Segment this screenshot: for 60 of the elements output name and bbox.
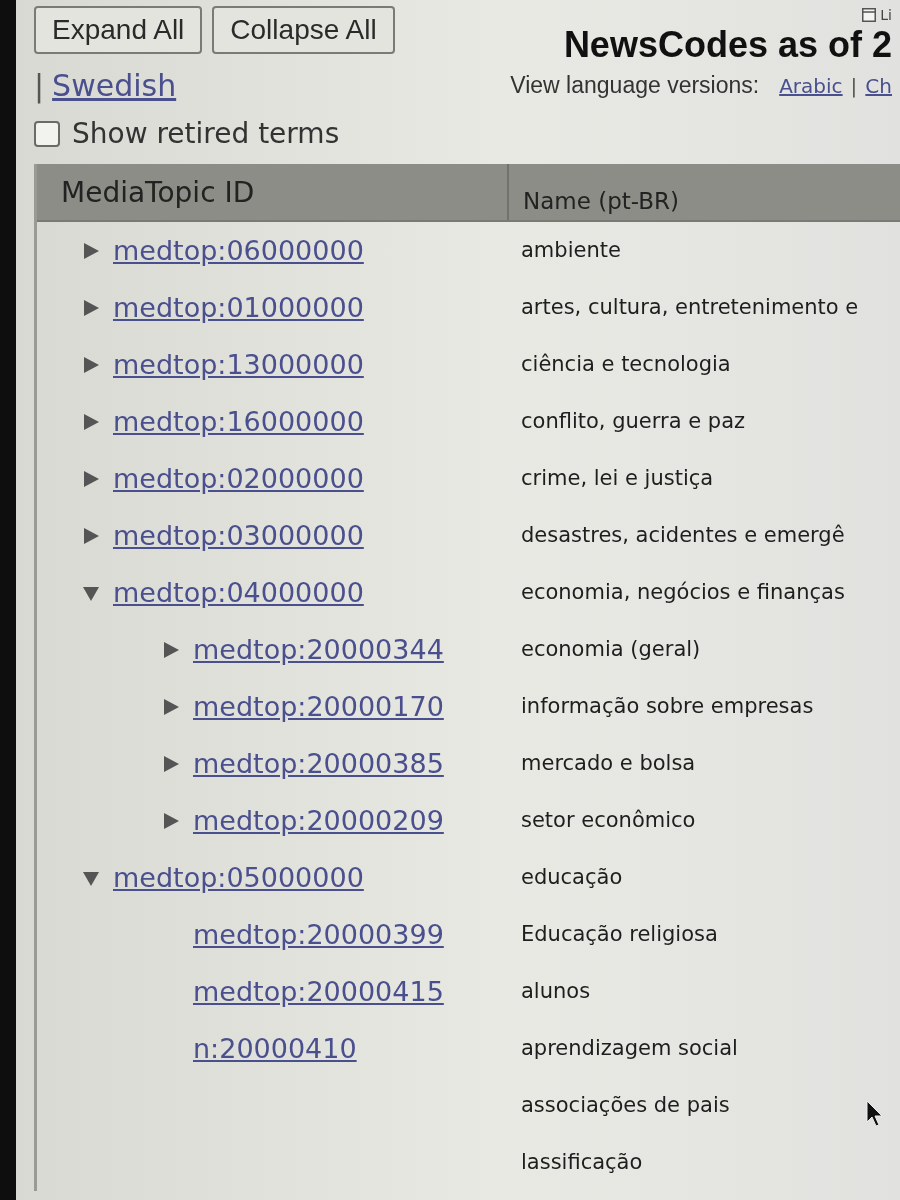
topic-id-link[interactable]: medtop:20000385 [193, 748, 444, 779]
caret-right-icon[interactable] [83, 356, 99, 373]
caret-right-icon[interactable] [83, 527, 99, 544]
expand-all-button[interactable]: Expand All [34, 6, 203, 54]
topic-id-link[interactable]: n:20000410 [193, 1033, 357, 1064]
topic-name: alunos [520, 978, 592, 1003]
caret-right-icon[interactable] [163, 641, 179, 658]
caret-right-icon[interactable] [163, 755, 179, 772]
topic-id-link[interactable]: medtop:20000209 [193, 805, 444, 836]
topic-id-link[interactable]: medtop:02000000 [113, 463, 364, 494]
column-header: Name (pt-BR) [507, 164, 900, 220]
topic-name: aprendizagem social [520, 1035, 739, 1060]
collapse-all-button[interactable]: Collapse All [212, 6, 395, 54]
caret-right-icon[interactable] [83, 242, 99, 259]
language-link[interactable]: Swedish [52, 68, 177, 103]
caret-right-icon[interactable] [83, 299, 99, 316]
window-icon[interactable] [862, 8, 877, 22]
topic-id-link[interactable]: medtop:13000000 [113, 349, 364, 380]
topic-name: ambiente [520, 237, 622, 262]
caret-right-icon[interactable] [83, 470, 99, 487]
retired-terms-checkbox[interactable] [34, 120, 60, 147]
corner-label: Li [880, 7, 892, 23]
topic-name: ciência e tecnologia [520, 351, 732, 376]
link-separator: | [850, 74, 858, 98]
topic-name: associações de pais [520, 1092, 731, 1117]
language-versions-label: View language versions: [510, 72, 760, 99]
topic-id-link[interactable]: medtop:20000344 [193, 634, 444, 665]
topic-name: artes, cultura, entretenimento e [520, 294, 860, 319]
topic-name: mercado e bolsa [520, 750, 697, 775]
topic-name: educação [520, 864, 624, 889]
topic-id-link[interactable]: medtop:20000415 [193, 976, 444, 1007]
topic-id-link[interactable]: medtop:05000000 [113, 862, 364, 893]
topic-name: conflito, guerra e paz [520, 408, 747, 433]
language-link[interactable]: Ch [865, 74, 892, 98]
topic-id-link[interactable]: medtop:01000000 [113, 292, 364, 323]
topic-name: Educação religiosa [520, 921, 719, 946]
topic-name: economia, negócios e finanças [520, 579, 846, 604]
topic-id-link[interactable]: medtop:20000170 [193, 691, 444, 722]
caret-right-icon[interactable] [83, 413, 99, 430]
topic-name: economia (geral) [520, 636, 702, 661]
topic-id-link[interactable]: medtop:06000000 [113, 235, 364, 266]
topic-id-link[interactable]: medtop:03000000 [113, 520, 364, 551]
topic-id-link[interactable]: medtop:16000000 [113, 406, 364, 437]
link-separator: | [34, 68, 45, 103]
mouse-cursor-icon [866, 1100, 884, 1127]
topic-id-link[interactable]: medtop:04000000 [113, 577, 364, 608]
topic-id-link[interactable]: medtop:20000399 [193, 919, 444, 950]
topic-name: lassificação [520, 1149, 644, 1174]
checkbox-label: Show retired terms [72, 117, 340, 150]
topic-name: setor econômico [520, 807, 697, 832]
column-header: MediaTopic ID [60, 174, 256, 211]
caret-down-icon[interactable] [83, 869, 99, 886]
topic-name: informação sobre empresas [520, 693, 815, 718]
caret-right-icon[interactable] [163, 698, 179, 715]
page-title: NewsCodes as of 2 [563, 24, 892, 66]
language-link[interactable]: Arabic [779, 74, 843, 98]
topic-name: desastres, acidentes e emergê [520, 522, 846, 547]
caret-right-icon[interactable] [163, 812, 179, 829]
topic-name: crime, lei e justiça [520, 465, 715, 490]
caret-down-icon[interactable] [83, 584, 99, 601]
